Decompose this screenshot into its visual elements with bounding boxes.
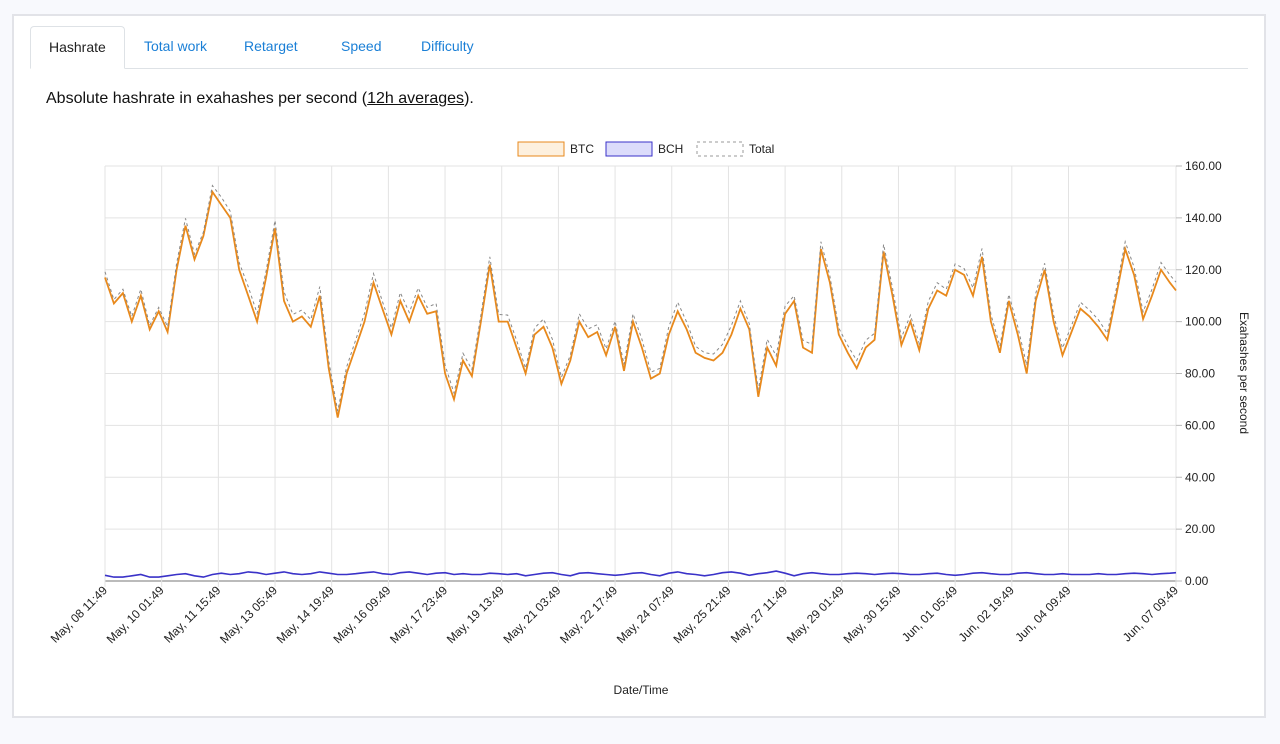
x-tick-label: May, 11 15:49	[161, 583, 224, 646]
x-tick-label: May, 25 21:49	[671, 583, 734, 646]
y-tick-label: 40.00	[1185, 470, 1215, 484]
x-tick-label: May, 10 01:49	[104, 583, 167, 646]
y-tick-label: 0.00	[1185, 574, 1209, 588]
x-tick-label: May, 22 17:49	[557, 583, 620, 646]
x-tick-label: Jun, 02 19:49	[956, 583, 1018, 645]
x-tick-label: May, 21 03:49	[500, 583, 563, 646]
x-tick-label: May, 27 11:49	[728, 583, 791, 646]
y-axis-ticks: 0.00 20.00 40.00 60.00 80.00 100.00 120.00 140.…	[1176, 159, 1222, 588]
x-axis-label: Date/Time	[614, 683, 669, 697]
grid	[104, 165, 1177, 587]
x-tick-label: Jun, 04 09:49	[1012, 583, 1074, 645]
x-tick-label: May, 24 07:49	[614, 583, 677, 646]
y-axis-label: Exahashes per second	[1237, 312, 1251, 434]
y-tick-label: 80.00	[1185, 367, 1215, 381]
x-tick-label: May, 13 05:49	[217, 583, 280, 646]
y-tick-label: 20.00	[1185, 522, 1215, 536]
legend-btc-label: BTC	[570, 142, 594, 156]
legend-bch-label: BCH	[658, 142, 683, 156]
hashrate-chart: BTC BCH Total 0.00 20.00 40.00 60.00 80.00 10…	[48, 141, 1251, 697]
y-tick-label: 140.00	[1185, 211, 1222, 225]
x-axis-ticks: May, 08 11:49May, 10 01:49May, 11 15:49M…	[48, 583, 1182, 646]
x-tick-label: May, 17 23:49	[387, 583, 450, 646]
x-tick-label: May, 14 19:49	[274, 583, 337, 646]
bch-series-line	[104, 570, 1177, 578]
total-series-line	[104, 184, 1177, 412]
x-tick-label: May, 16 09:49	[330, 583, 393, 646]
x-tick-label: Jun, 01 05:49	[899, 583, 961, 645]
y-tick-label: 100.00	[1185, 315, 1222, 329]
x-tick-label: Jun, 07 09:49	[1120, 583, 1182, 645]
btc-series-line	[104, 189, 1177, 418]
legend-btc-swatch	[517, 141, 565, 157]
x-tick-label: May, 29 01:49	[784, 583, 847, 646]
series-layer	[104, 184, 1177, 578]
legend-total-label: Total	[749, 142, 774, 156]
x-tick-label: May, 30 15:49	[841, 583, 904, 646]
y-tick-label: 120.00	[1185, 263, 1222, 277]
x-tick-label: May, 19 13:49	[444, 583, 507, 646]
y-tick-label: 160.00	[1185, 159, 1222, 173]
legend-bch-swatch	[605, 141, 653, 157]
x-tick-label: May, 08 11:49	[48, 583, 111, 646]
legend: BTC BCH Total	[517, 141, 774, 157]
legend-total-swatch	[696, 141, 744, 157]
y-tick-label: 60.00	[1185, 418, 1215, 432]
